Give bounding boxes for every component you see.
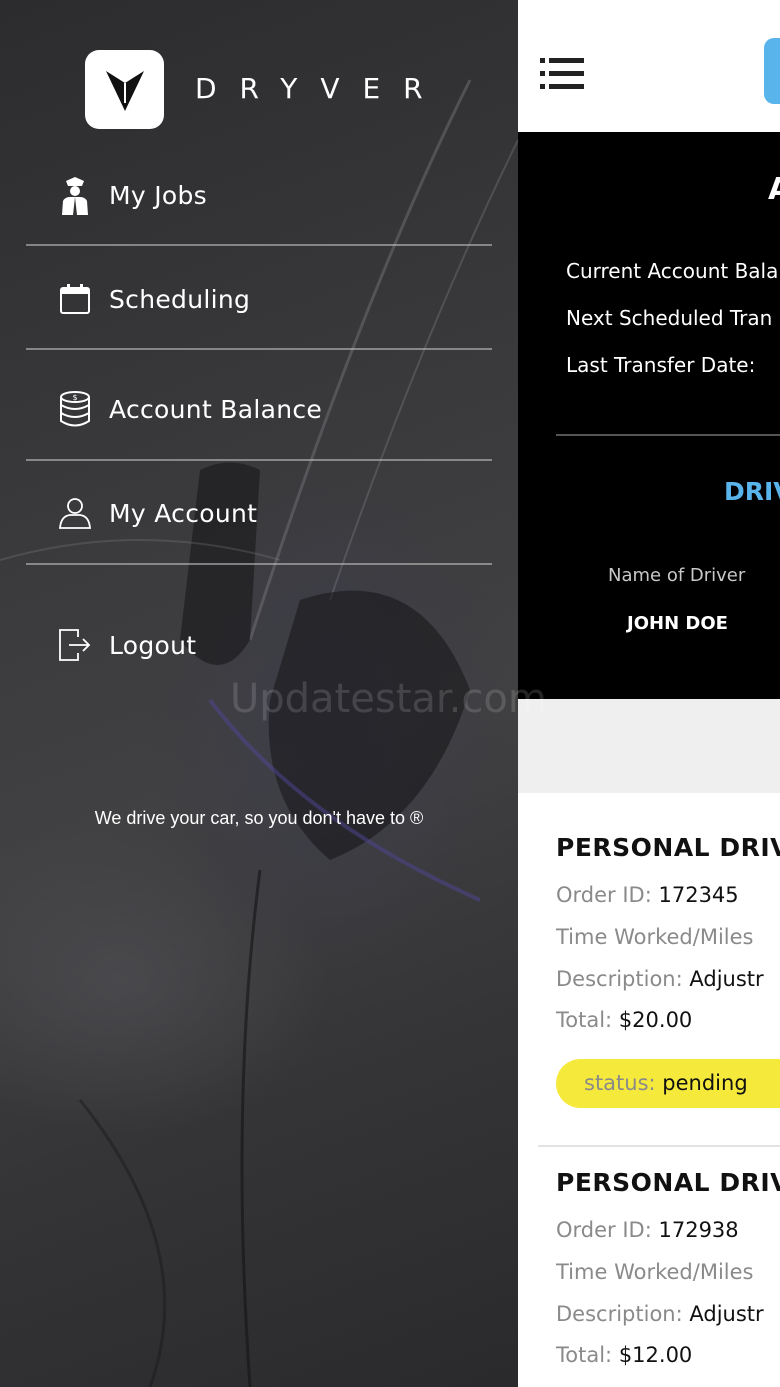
menu-divider	[26, 563, 492, 565]
total-value: $12.00	[618, 1343, 693, 1367]
total-value: $20.00	[618, 1008, 693, 1032]
svg-text:$: $	[72, 393, 77, 402]
order-title: PERSONAL DRIV	[556, 1168, 780, 1197]
description-row: Description: Adjustr	[556, 1302, 764, 1326]
order-id-value: 172345	[658, 883, 739, 907]
top-bar	[518, 0, 780, 132]
total-label: Total:	[556, 1343, 613, 1367]
order-id-label: Order ID:	[556, 1218, 652, 1242]
menu-item-scheduling[interactable]: Scheduling	[26, 247, 492, 351]
menu-item-label: My Jobs	[109, 180, 207, 210]
app-logo	[85, 50, 164, 129]
driver-name-label: Name of Driver	[608, 565, 746, 586]
watermark: Updatestar.com	[230, 676, 547, 722]
menu-item-my-account[interactable]: My Account	[26, 461, 492, 565]
description-value: Adjustr	[689, 1302, 764, 1326]
menu-item-label: Logout	[109, 630, 197, 660]
total-row: Total: $20.00	[556, 1008, 692, 1032]
account-balance-card: A Current Account Bala Next Scheduled Tr…	[518, 132, 780, 699]
time-worked-row: Time Worked/Miles	[556, 925, 753, 949]
order-title: PERSONAL DRIV	[556, 833, 780, 862]
next-transfer-label: Next Scheduled Tran	[566, 306, 773, 330]
user-icon	[58, 493, 92, 533]
top-action-button[interactable]	[764, 38, 780, 104]
tagline: We drive your car, so you don't have to …	[94, 808, 424, 828]
time-worked-label: Time Worked/Miles	[556, 925, 754, 949]
coins-icon: $	[58, 389, 92, 429]
order-divider	[538, 1145, 780, 1147]
driver-section-heading: DRIV	[724, 477, 780, 506]
logout-icon	[58, 625, 92, 665]
balance-divider	[556, 434, 780, 436]
menu-item-my-jobs[interactable]: My Jobs	[26, 143, 492, 247]
total-label: Total:	[556, 1008, 613, 1032]
status-value: pending	[662, 1071, 748, 1095]
balance-heading: A	[768, 172, 780, 207]
menu-item-account-balance[interactable]: $ Account Balance	[26, 357, 492, 461]
menu-divider	[26, 244, 492, 246]
menu-list-icon[interactable]	[540, 57, 584, 91]
status-badge: status: pending	[556, 1059, 780, 1108]
description-label: Description:	[556, 967, 683, 991]
description-label: Description:	[556, 1302, 683, 1326]
menu-item-label: Scheduling	[109, 284, 251, 314]
time-worked-row: Time Worked/Miles	[556, 1260, 753, 1284]
menu-item-label: My Account	[109, 498, 258, 528]
description-value: Adjustr	[689, 967, 764, 991]
calendar-icon	[58, 279, 92, 319]
driver-name-value: JOHN DOE	[627, 613, 728, 634]
order-id-row: Order ID: 172345	[556, 883, 739, 907]
order-id-value: 172938	[658, 1218, 739, 1242]
last-transfer-label: Last Transfer Date:	[566, 353, 756, 377]
main-panel: A Current Account Bala Next Scheduled Tr…	[518, 0, 780, 1387]
description-row: Description: Adjustr	[556, 967, 764, 991]
brand-name: DRYVER	[195, 72, 446, 105]
status-label: status:	[584, 1071, 656, 1095]
current-balance-label: Current Account Bala	[566, 259, 779, 283]
order-id-label: Order ID:	[556, 883, 652, 907]
time-worked-label: Time Worked/Miles	[556, 1260, 754, 1284]
total-row: Total: $12.00	[556, 1343, 692, 1367]
chauffeur-icon	[58, 175, 92, 215]
menu-divider	[26, 348, 492, 350]
order-id-row: Order ID: 172938	[556, 1218, 739, 1242]
menu-item-label: Account Balance	[109, 394, 323, 424]
dryver-logo-icon	[105, 70, 144, 111]
orders-list: PERSONAL DRIV Order ID: 172345 Time Work…	[518, 793, 780, 1387]
